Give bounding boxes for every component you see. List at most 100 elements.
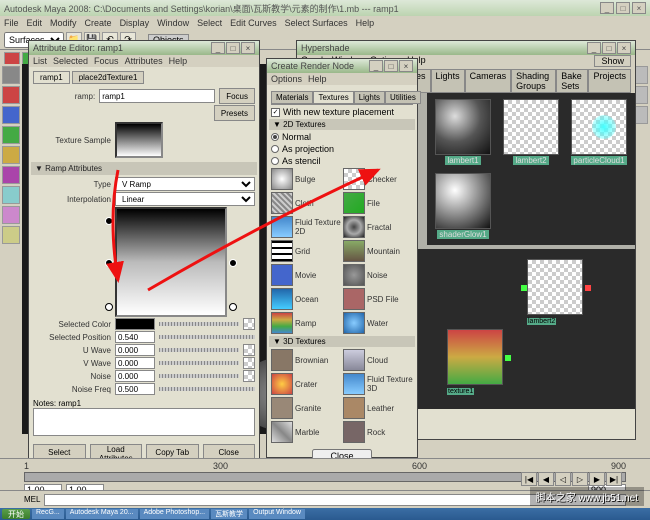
- texture-cloth-icon[interactable]: [271, 192, 293, 214]
- texture-label[interactable]: Brownian: [295, 356, 341, 365]
- texture-label[interactable]: Cloud: [367, 356, 413, 365]
- texture-file-icon[interactable]: [343, 192, 365, 214]
- texture-grid-icon[interactable]: [271, 240, 293, 262]
- texture-label[interactable]: Ramp: [295, 319, 341, 328]
- maximize-icon[interactable]: □: [602, 42, 616, 54]
- focus-button[interactable]: Focus: [219, 88, 255, 104]
- ramp-handle[interactable]: [229, 259, 237, 267]
- forward-end-icon[interactable]: ▶|: [606, 472, 622, 486]
- taskbar-item[interactable]: RecG...: [32, 509, 64, 519]
- selected-position-slider[interactable]: [159, 335, 255, 339]
- tab-ramp1[interactable]: ramp1: [33, 71, 70, 84]
- menu-modify[interactable]: Modify: [50, 18, 77, 28]
- ramp-name-input[interactable]: [99, 89, 215, 103]
- tool-icon[interactable]: [2, 206, 20, 224]
- hypershade-titlebar[interactable]: Hypershade _□×: [297, 41, 635, 55]
- tab-lights[interactable]: Lights: [431, 69, 465, 93]
- texture-noise-icon[interactable]: [343, 264, 365, 286]
- texture-rock-icon[interactable]: [343, 421, 365, 443]
- taskbar-item[interactable]: Autodesk Maya 20...: [66, 509, 138, 519]
- selected-color-slider[interactable]: [159, 322, 239, 326]
- texture-label[interactable]: Crater: [295, 380, 341, 389]
- ae-menu-focus[interactable]: Focus: [94, 56, 119, 66]
- minimize-icon[interactable]: _: [587, 42, 601, 54]
- scale-tool-icon[interactable]: [2, 126, 20, 144]
- texture-checker-icon[interactable]: [343, 168, 365, 190]
- noisefreq-slider[interactable]: [159, 387, 255, 391]
- tab-textures[interactable]: Textures: [313, 91, 353, 104]
- menu-select[interactable]: Select: [197, 18, 222, 28]
- noise-slider[interactable]: [159, 374, 239, 378]
- tab-lights[interactable]: Lights: [354, 91, 385, 104]
- texture-label[interactable]: Cloth: [295, 199, 341, 208]
- tool-icon[interactable]: [2, 146, 20, 164]
- notes-textarea[interactable]: [33, 408, 255, 436]
- texture-label[interactable]: Checker: [367, 175, 413, 184]
- tool-icon[interactable]: [2, 186, 20, 204]
- placement-checkbox[interactable]: ✓: [271, 108, 280, 117]
- texture-label[interactable]: Ocean: [295, 295, 341, 304]
- uwave-slider[interactable]: [159, 348, 239, 352]
- minimize-button[interactable]: _: [600, 2, 614, 14]
- noisefreq-input[interactable]: [115, 383, 155, 395]
- texture-label[interactable]: Fluid Texture 3D: [367, 375, 413, 393]
- tool-icon[interactable]: [2, 226, 20, 244]
- texture-label[interactable]: PSD File: [367, 295, 413, 304]
- texture-leather-icon[interactable]: [343, 397, 365, 419]
- tab-materials[interactable]: Materials: [271, 91, 313, 104]
- show-button[interactable]: Show: [594, 55, 631, 67]
- menu-create[interactable]: Create: [85, 18, 112, 28]
- radio-projection[interactable]: [271, 145, 279, 153]
- vwave-input[interactable]: [115, 357, 155, 369]
- texture-water-icon[interactable]: [343, 312, 365, 334]
- taskbar-item[interactable]: 瓦斯教学: [211, 509, 247, 519]
- maximize-button[interactable]: □: [616, 2, 630, 14]
- materials-panel[interactable]: lambert1 lambert2 particleCloud1 shaderG…: [427, 93, 635, 245]
- texture-label[interactable]: Water: [367, 319, 413, 328]
- texture-label[interactable]: Noise: [367, 271, 413, 280]
- material-swatch[interactable]: shaderGlow1: [433, 173, 493, 239]
- work-node[interactable]: texture1: [447, 329, 505, 395]
- step-forward-icon[interactable]: ▶: [589, 472, 605, 486]
- material-swatch[interactable]: lambert2: [501, 99, 561, 165]
- menu-help[interactable]: Help: [356, 18, 375, 28]
- minimize-icon[interactable]: _: [211, 42, 225, 54]
- map-button-icon[interactable]: [243, 357, 255, 369]
- crn-menu-help[interactable]: Help: [308, 74, 327, 84]
- texture-psd-icon[interactable]: [343, 288, 365, 310]
- ramp-handle[interactable]: [229, 303, 237, 311]
- texture-fractal-icon[interactable]: [343, 216, 365, 238]
- close-icon[interactable]: ×: [617, 42, 631, 54]
- texture-bulge-icon[interactable]: [271, 168, 293, 190]
- vwave-slider[interactable]: [159, 361, 239, 365]
- tab-place2d[interactable]: place2dTexture1: [72, 71, 145, 84]
- play-back-icon[interactable]: ◁: [555, 472, 571, 486]
- interpolation-dropdown[interactable]: Linear: [115, 192, 255, 206]
- work-node[interactable]: lambert2: [527, 259, 585, 325]
- step-back-icon[interactable]: ◀: [538, 472, 554, 486]
- tool-icon[interactable]: [2, 166, 20, 184]
- selected-position-input[interactable]: [115, 331, 155, 343]
- ramp-attributes-section[interactable]: ▼ Ramp Attributes: [31, 162, 257, 175]
- texture-label[interactable]: Rock: [367, 428, 413, 437]
- radio-stencil[interactable]: [271, 157, 279, 165]
- uwave-input[interactable]: [115, 344, 155, 356]
- texture-label[interactable]: Granite: [295, 404, 341, 413]
- material-swatch[interactable]: lambert1: [433, 99, 493, 165]
- selected-color-swatch[interactable]: [115, 318, 155, 330]
- select-tool-icon[interactable]: [2, 66, 20, 84]
- maximize-icon[interactable]: □: [226, 42, 240, 54]
- menu-edit[interactable]: Edit: [27, 18, 43, 28]
- menu-selectsurf[interactable]: Select Surfaces: [285, 18, 348, 28]
- texture-cloud-icon[interactable]: [343, 349, 365, 371]
- menu-file[interactable]: File: [4, 18, 19, 28]
- ae-titlebar[interactable]: Attribute Editor: ramp1 _□×: [29, 41, 259, 55]
- texture-fluid2d-icon[interactable]: [271, 216, 293, 238]
- ae-menu-selected[interactable]: Selected: [53, 56, 88, 66]
- type-dropdown[interactable]: V Ramp: [115, 177, 255, 191]
- texture-label[interactable]: Marble: [295, 428, 341, 437]
- tab-projects[interactable]: Projects: [588, 69, 631, 93]
- ramp-gradient[interactable]: [115, 207, 227, 317]
- tab-utilities[interactable]: Utilities: [385, 91, 421, 104]
- presets-button[interactable]: Presets: [214, 105, 255, 121]
